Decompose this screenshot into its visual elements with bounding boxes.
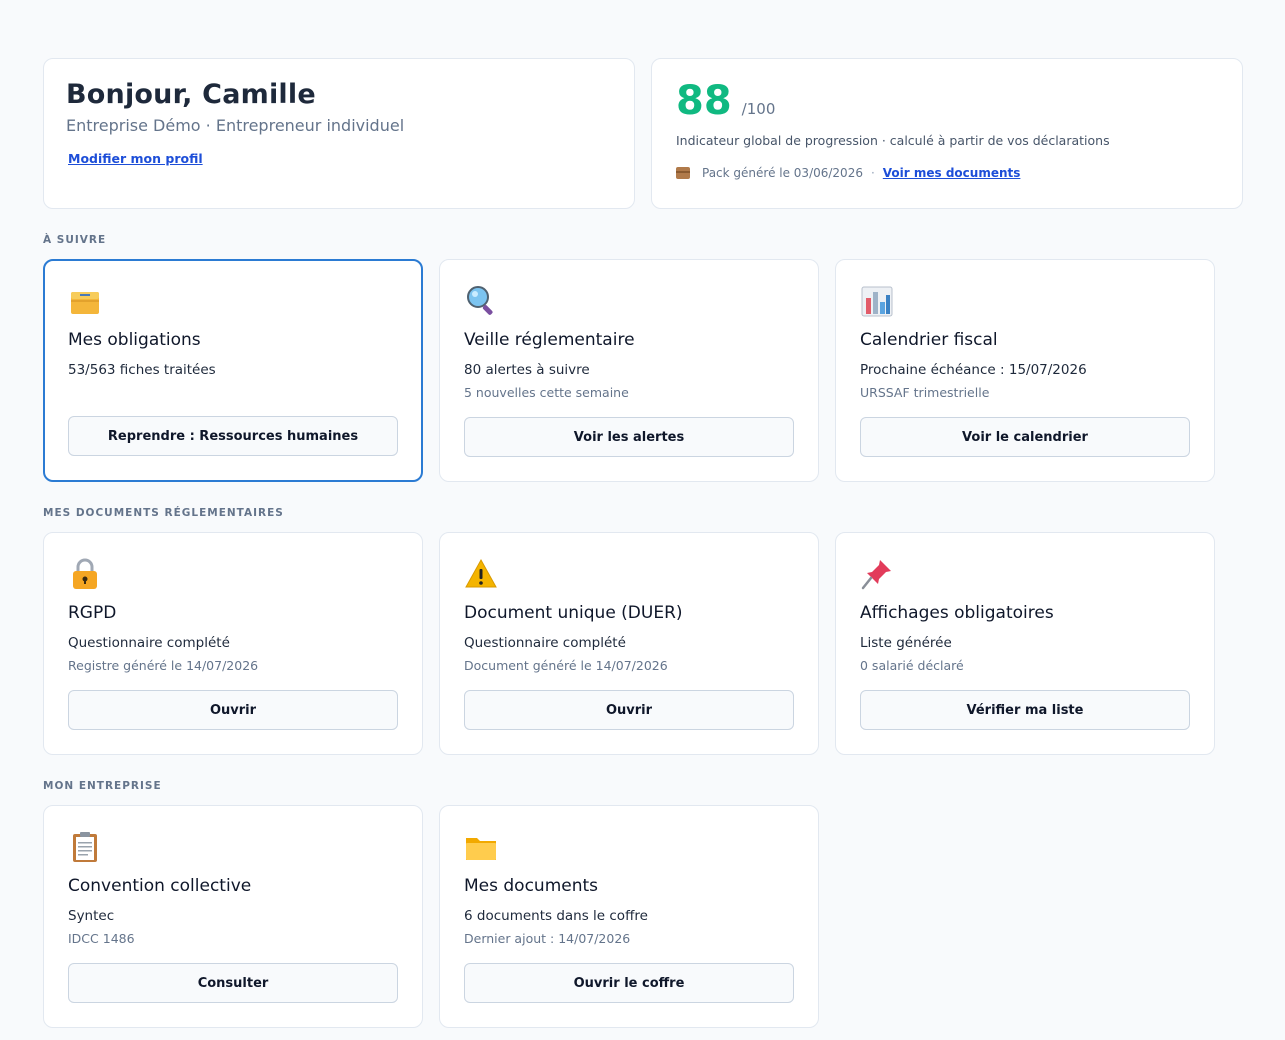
card-line-primary: Liste générée — [860, 635, 952, 651]
clipboard-icon — [73, 832, 97, 862]
card-duer[interactable]: Document unique (DUER) Questionnaire com… — [439, 532, 819, 755]
greeting-title: Bonjour, Camille — [66, 79, 316, 110]
folder-icon — [466, 838, 496, 860]
card-line-secondary: Document généré le 14/07/2026 — [464, 658, 668, 673]
pack-generated-text: Pack généré le 03/06/2026 — [702, 166, 863, 180]
card-affichages[interactable]: Affichages obligatoires Liste générée 0 … — [835, 532, 1215, 755]
card-mes-documents[interactable]: Mes documents 6 documents dans le coffre… — [439, 805, 819, 1028]
card-line-primary: Syntec — [68, 908, 115, 924]
section-label-documents: MES DOCUMENTS RÉGLEMENTAIRES — [43, 507, 284, 519]
card-line-primary: 6 documents dans le coffre — [464, 908, 648, 924]
magnifying-glass-icon — [467, 286, 493, 315]
card-line-secondary: Dernier ajout : 14/07/2026 — [464, 931, 631, 946]
card-title: Mes documents — [464, 876, 599, 896]
view-calendar-button[interactable]: Voir le calendrier — [860, 417, 1190, 457]
card-title: Veille réglementaire — [464, 330, 635, 350]
card-line-primary: 53/563 fiches traitées — [68, 362, 216, 378]
bar-chart-icon — [861, 286, 893, 317]
consult-button[interactable]: Consulter — [68, 963, 398, 1003]
meta-separator: · — [870, 166, 875, 180]
package-icon — [676, 167, 690, 179]
company-subtitle: Entreprise Démo · Entrepreneur individue… — [66, 116, 405, 135]
edit-profile-link[interactable]: Modifier mon profil — [68, 151, 203, 166]
card-line-secondary: Registre généré le 14/07/2026 — [68, 658, 259, 673]
card-rgpd[interactable]: RGPD Questionnaire complété Registre gén… — [43, 532, 423, 755]
score-max: /100 — [741, 100, 776, 118]
card-line-primary: Prochaine échéance : 15/07/2026 — [860, 362, 1087, 378]
card-title: Calendrier fiscal — [860, 330, 998, 350]
card-veille[interactable]: Veille réglementaire 80 alertes à suivre… — [439, 259, 819, 482]
card-convention[interactable]: Convention collective Syntec IDCC 1486 C… — [43, 805, 423, 1028]
open-vault-button[interactable]: Ouvrir le coffre — [464, 963, 794, 1003]
card-title: Affichages obligatoires — [860, 603, 1054, 623]
card-file-box-icon — [71, 292, 99, 314]
lock-icon — [73, 558, 97, 589]
pushpin-icon — [861, 560, 891, 590]
score-value: 88 — [676, 78, 732, 124]
card-line-secondary: URSSAF trimestrielle — [860, 385, 990, 400]
view-alerts-button[interactable]: Voir les alertes — [464, 417, 794, 457]
card-line-secondary: IDCC 1486 — [68, 931, 135, 946]
warning-icon — [465, 558, 497, 588]
open-button[interactable]: Ouvrir — [68, 690, 398, 730]
card-line-primary: Questionnaire complété — [68, 635, 230, 651]
open-button[interactable]: Ouvrir — [464, 690, 794, 730]
card-line-primary: 80 alertes à suivre — [464, 362, 590, 378]
card-title: Document unique (DUER) — [464, 603, 683, 623]
section-label-company: MON ENTREPRISE — [43, 780, 162, 792]
card-line-secondary: 5 nouvelles cette semaine — [464, 385, 629, 400]
score-description: Indicateur global de progression · calcu… — [676, 133, 1110, 148]
card-line-secondary: 0 salarié déclaré — [860, 658, 964, 673]
card-title: Convention collective — [68, 876, 252, 896]
score-row: 88 /100 — [676, 81, 775, 121]
resume-button[interactable]: Reprendre : Ressources humaines — [68, 416, 398, 456]
score-card: 88 /100 Indicateur global de progression… — [651, 58, 1243, 209]
score-meta: Pack généré le 03/06/2026 · Voir mes doc… — [676, 166, 1020, 180]
card-calendrier[interactable]: Calendrier fiscal Prochaine échéance : 1… — [835, 259, 1215, 482]
welcome-card: Bonjour, Camille Entreprise Démo · Entre… — [43, 58, 635, 209]
view-documents-link[interactable]: Voir mes documents — [883, 166, 1021, 180]
dashboard-page: Bonjour, Camille Entreprise Démo · Entre… — [0, 0, 1285, 1040]
verify-list-button[interactable]: Vérifier ma liste — [860, 690, 1190, 730]
section-label-follow: À SUIVRE — [43, 234, 107, 246]
card-obligations[interactable]: Mes obligations 53/563 fiches traitées R… — [43, 259, 423, 482]
card-title: RGPD — [68, 603, 117, 623]
card-title: Mes obligations — [68, 330, 201, 350]
card-line-primary: Questionnaire complété — [464, 635, 626, 651]
